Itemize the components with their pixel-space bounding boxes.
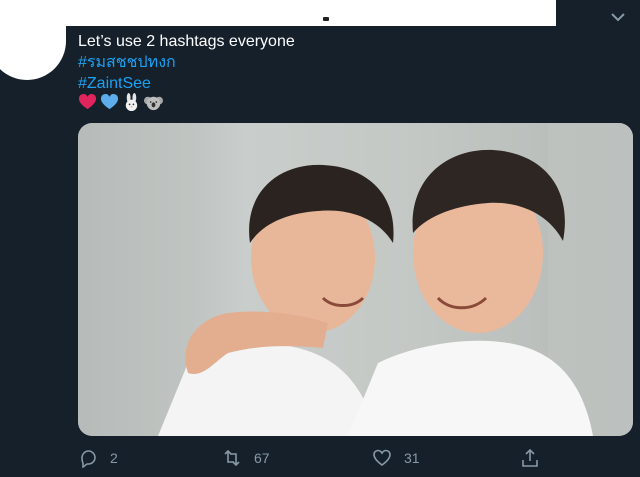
hashtag-link-1[interactable]: #รมสชชปทงก [78,52,295,73]
like-count: 31 [404,450,420,466]
top-banner [0,0,556,26]
chevron-down-icon[interactable] [610,10,626,24]
tweet-actions: 2 67 31 [78,447,548,469]
photo-illustration [78,123,633,436]
retweet-count: 67 [254,450,270,466]
tweet-text: Let’s use 2 hashtags everyone #รมสชชปทงก… [78,31,295,94]
rabbit-icon [121,92,141,112]
avatar[interactable] [0,0,66,80]
retweet-button[interactable]: 67 [222,447,270,469]
reply-count: 2 [110,450,118,466]
retweet-icon [224,449,240,467]
tweet-photo[interactable] [78,123,633,436]
heart-icon [373,449,391,466]
red-heart-icon [77,92,97,112]
blue-heart-icon [99,92,119,112]
like-button[interactable]: 31 [372,447,420,469]
tweet-text-line: Let’s use 2 hashtags everyone [78,33,295,50]
share-icon [522,448,538,467]
reply-button[interactable]: 2 [78,447,118,469]
reply-icon [81,450,96,468]
emoji-row [77,91,163,113]
banner-mark [323,17,329,21]
share-button[interactable] [520,447,540,469]
koala-icon [143,92,163,112]
